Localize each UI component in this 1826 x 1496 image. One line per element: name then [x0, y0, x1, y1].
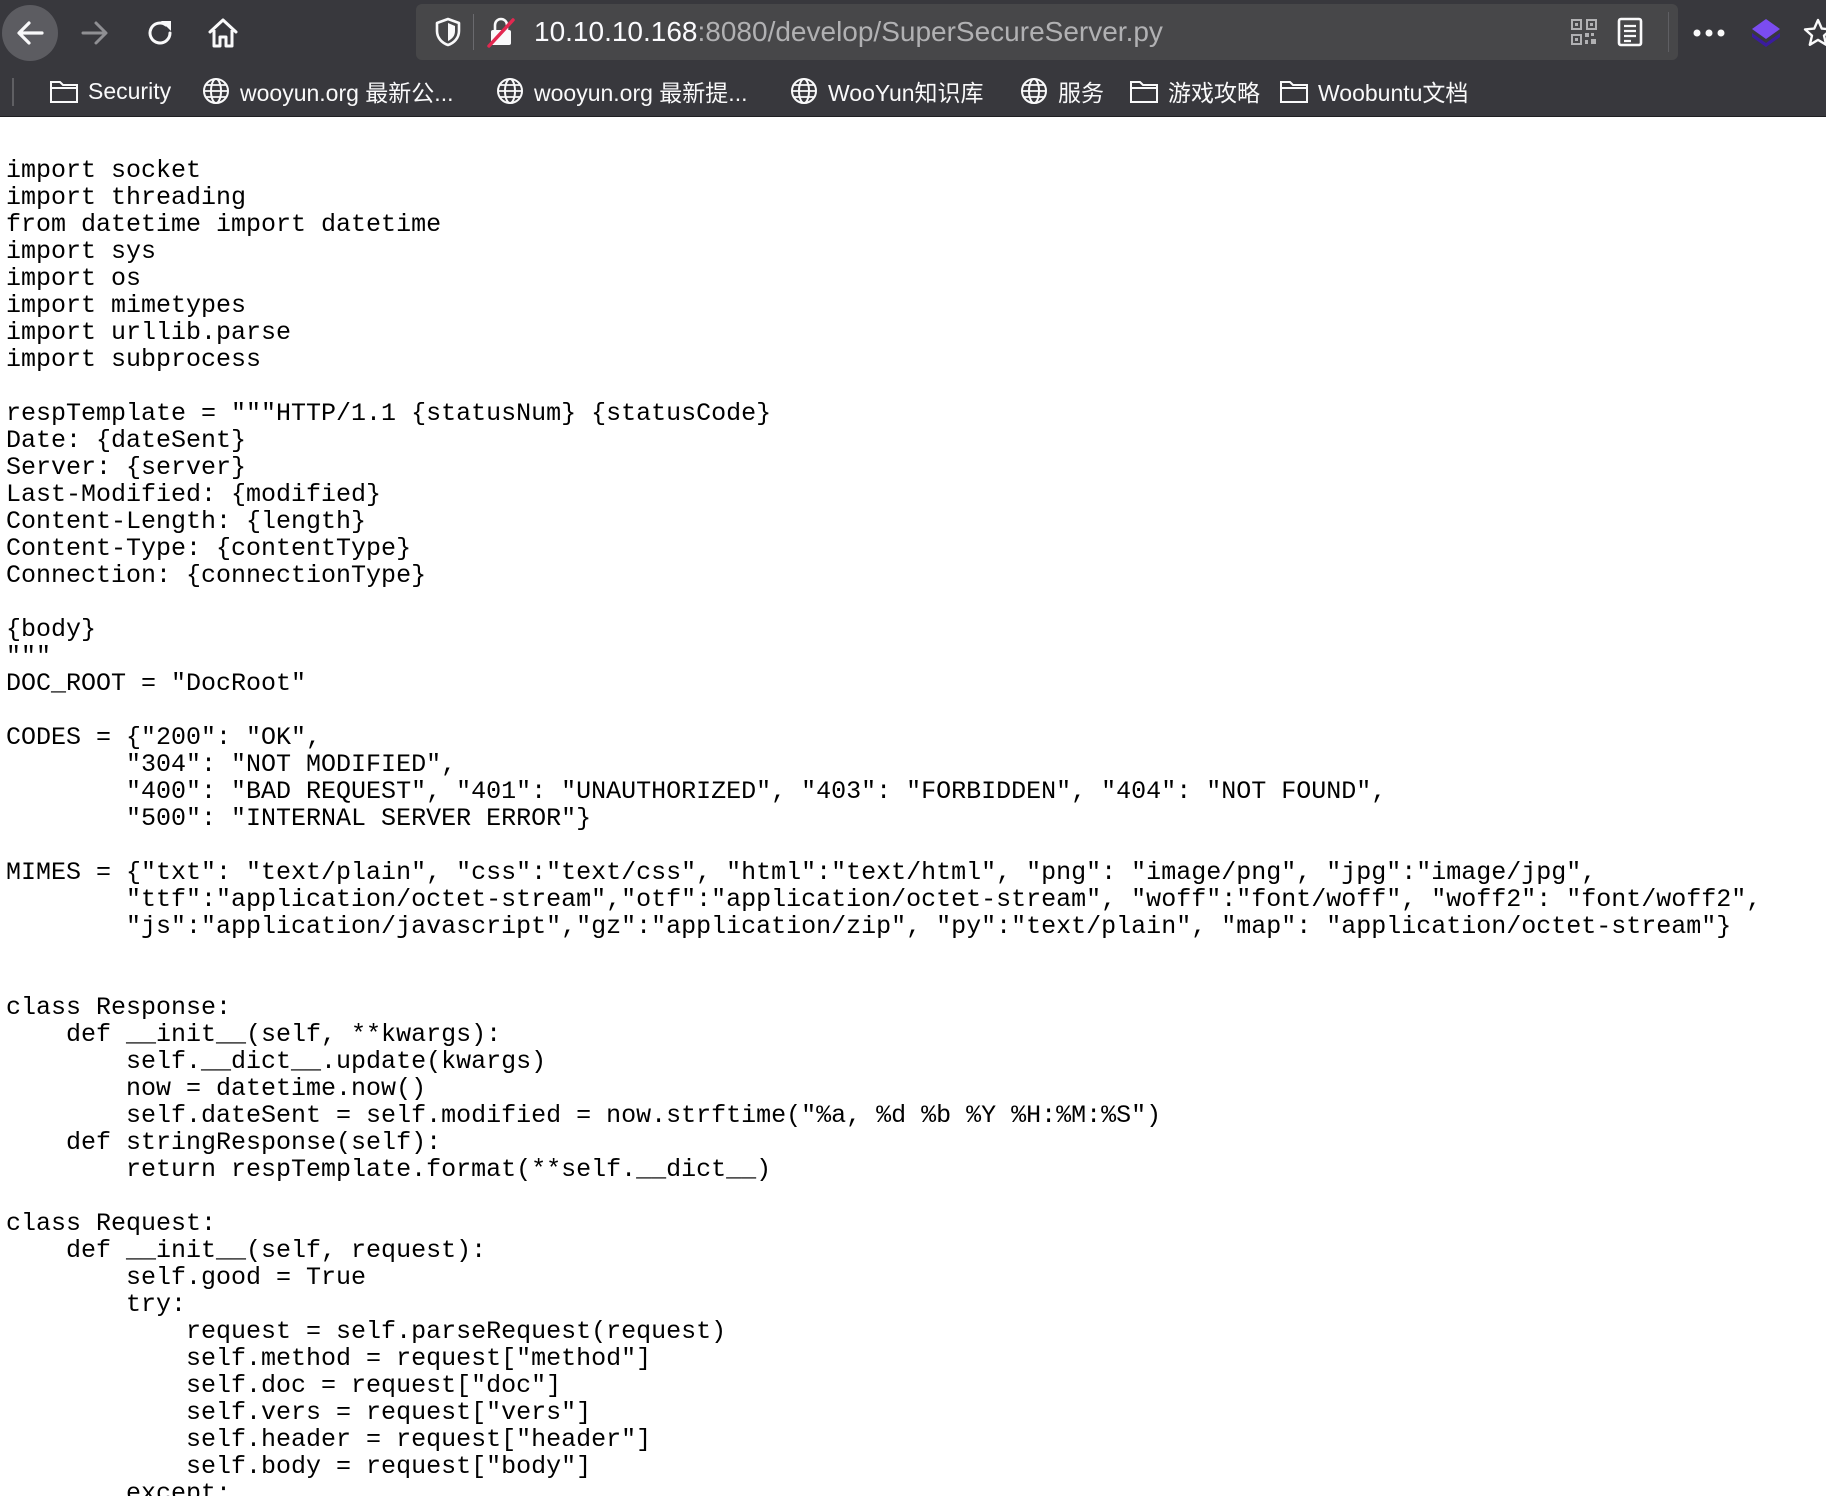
bookmark-label: wooyun.org 最新公... — [240, 80, 454, 106]
back-button[interactable] — [2, 5, 58, 61]
reader-view-button[interactable] — [1612, 4, 1648, 60]
qr-code-button[interactable] — [1566, 4, 1602, 60]
url-bar-divider — [473, 14, 474, 50]
bookmark-item-game-guides[interactable]: 游戏攻略 — [1128, 66, 1260, 116]
forward-button[interactable] — [70, 8, 120, 58]
folder-icon — [48, 75, 80, 107]
ellipsis-icon — [1693, 29, 1725, 37]
url-path: :8080/develop/SuperSecureServer.py — [697, 16, 1163, 47]
star-icon — [1803, 18, 1826, 46]
url-host: 10.10.10.168 — [534, 16, 698, 47]
bookmark-item-woobuntu-docs[interactable]: Woobuntu文档 — [1278, 66, 1468, 116]
globe-icon — [494, 75, 526, 107]
browser-toolbar: 10.10.10.168:8080/develop/SuperSecureSer… — [0, 0, 1826, 66]
reload-icon — [148, 21, 172, 45]
url-text[interactable]: 10.10.10.168:8080/develop/SuperSecureSer… — [534, 4, 1163, 60]
globe-icon — [1018, 75, 1050, 107]
bookmarks-toolbar: Security wooyun.org 最新公... wooyun.org 最新… — [0, 66, 1826, 117]
qr-code-icon — [1571, 19, 1597, 45]
bookmark-item-wooyun-latest-public[interactable]: wooyun.org 最新公... — [200, 66, 453, 116]
site-security-button[interactable] — [482, 4, 520, 60]
bookmark-label: Woobuntu文档 — [1318, 80, 1469, 106]
source-code-text: import socket import threading from date… — [6, 156, 1762, 1496]
bookmark-label: WooYun知识库 — [828, 80, 984, 106]
toolbar-divider — [1668, 12, 1669, 52]
tracking-protection-button[interactable] — [428, 4, 468, 60]
home-button[interactable] — [198, 8, 248, 58]
reader-view-icon — [1617, 17, 1643, 47]
layers-extension-icon — [1752, 19, 1780, 47]
bookmark-label: wooyun.org 最新提... — [534, 80, 748, 106]
page-content: import socket import threading from date… — [0, 117, 1826, 1496]
bookmark-label: 游戏攻略 — [1168, 80, 1260, 106]
bookmark-label: Security — [88, 77, 172, 104]
bookmark-item-services[interactable]: 服务 — [1018, 66, 1104, 116]
bookmarks-divider — [12, 78, 14, 106]
page-actions-button[interactable] — [1684, 8, 1734, 58]
arrow-right-icon — [81, 21, 108, 45]
extension-button[interactable] — [1744, 8, 1788, 58]
globe-icon — [200, 75, 232, 107]
insecure-lock-icon — [487, 17, 515, 48]
reload-button[interactable] — [135, 8, 185, 58]
folder-icon — [1278, 75, 1310, 107]
url-bar[interactable]: 10.10.10.168:8080/develop/SuperSecureSer… — [416, 4, 1678, 60]
bookmark-item-wooyun-knowledge[interactable]: WooYun知识库 — [788, 66, 984, 116]
folder-icon — [1128, 75, 1160, 107]
home-icon — [208, 18, 238, 48]
bookmark-label: 服务 — [1058, 80, 1104, 106]
globe-icon — [788, 75, 820, 107]
arrow-left-icon — [17, 21, 44, 45]
bookmark-item-wooyun-latest-submitted[interactable]: wooyun.org 最新提... — [494, 66, 747, 116]
bookmark-item-security[interactable]: Security — [48, 66, 171, 116]
bookmark-star-button[interactable] — [1796, 8, 1826, 58]
shield-icon — [435, 17, 461, 47]
